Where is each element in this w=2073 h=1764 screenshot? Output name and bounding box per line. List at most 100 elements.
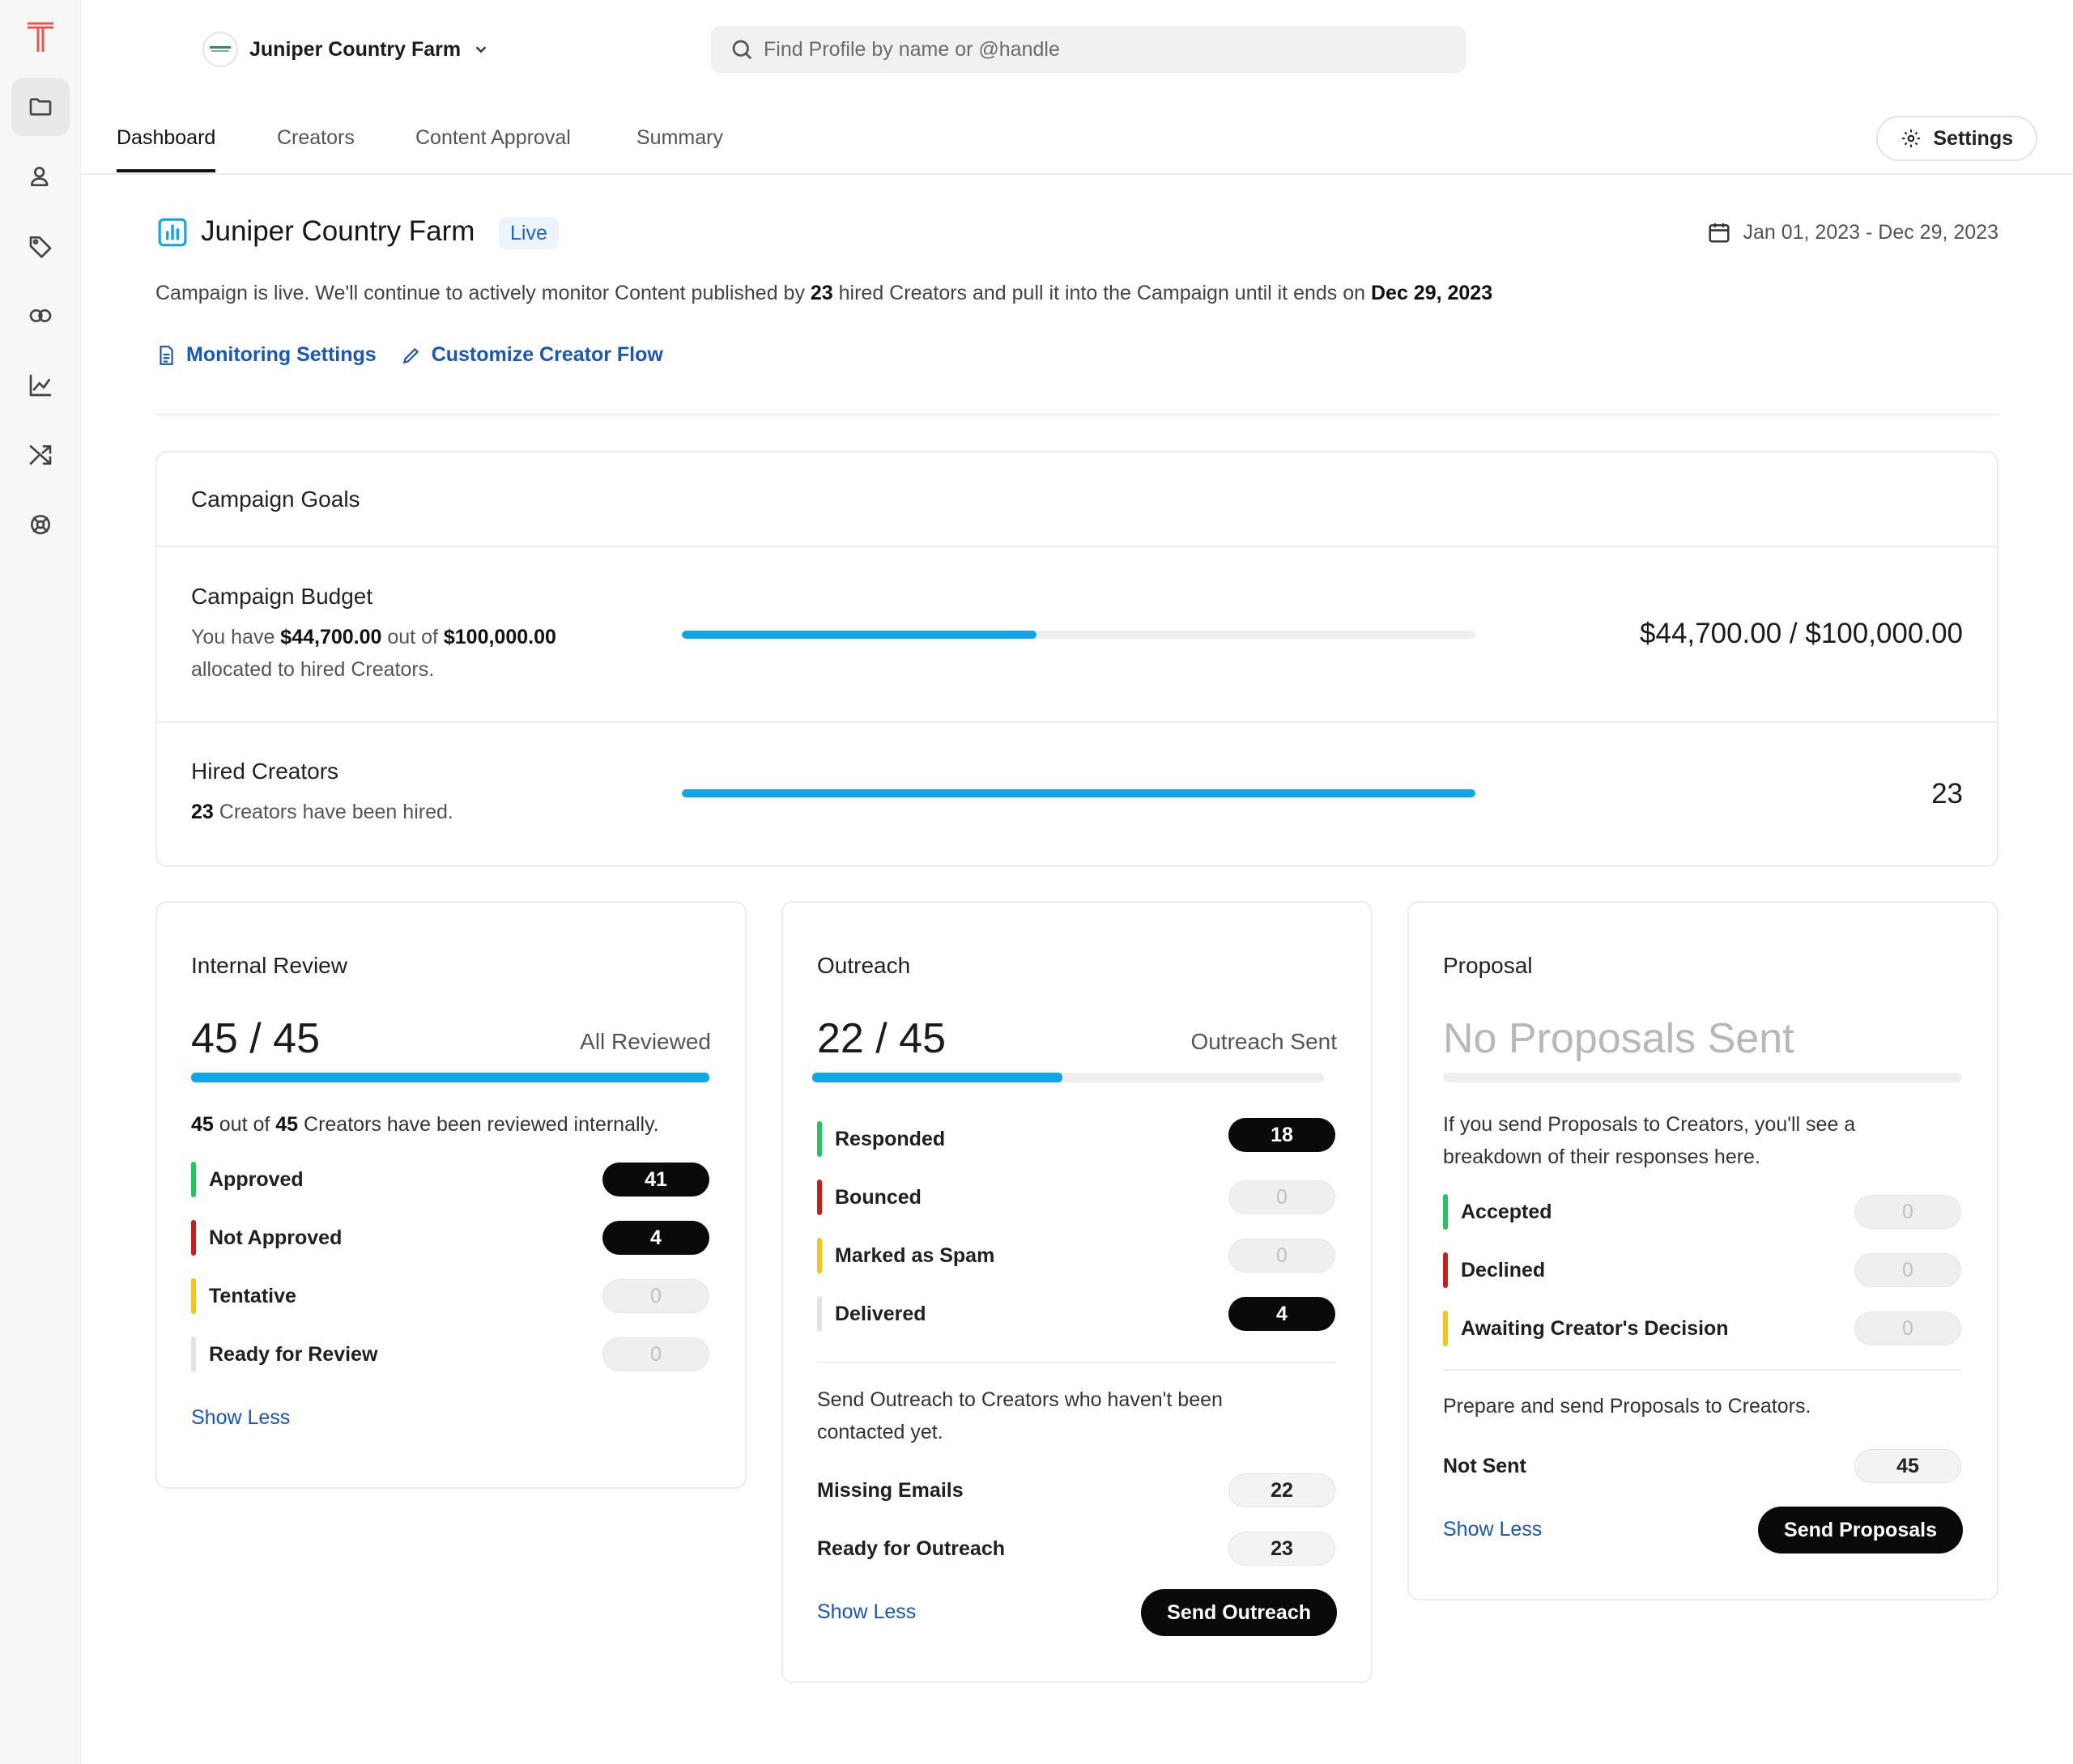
proposal-progress [1443, 1073, 1961, 1082]
tab-creators[interactable]: Creators [277, 126, 355, 169]
status-label: Bounced [835, 1185, 922, 1209]
status-row[interactable]: Not Approved 4 [191, 1220, 709, 1256]
status-row[interactable]: Marked as Spam 0 [817, 1238, 1335, 1273]
tab-summary[interactable]: Summary [636, 126, 723, 169]
proposal-info: If you send Proposals to Creators, you'l… [1443, 1113, 1856, 1168]
not-sent-row[interactable]: Not Sent 45 [1443, 1448, 1961, 1484]
campaign-chart-icon [158, 218, 187, 247]
status-label: Ready for Review [209, 1342, 378, 1366]
status-indicator [1443, 1311, 1448, 1346]
divider [157, 721, 1997, 723]
desc-count: 23 [810, 282, 833, 304]
hired-value: 23 [1931, 778, 1963, 810]
show-less-link[interactable]: Show Less [191, 1406, 290, 1430]
nav-folder-icon[interactable] [11, 78, 70, 136]
status-indicator [191, 1337, 196, 1372]
nav-shuffle-icon[interactable] [11, 426, 70, 484]
budget-progress-fill [682, 631, 1037, 639]
date-range-text: Jan 01, 2023 - Dec 29, 2023 [1743, 220, 1999, 244]
status-row[interactable]: Tentative 0 [191, 1278, 709, 1314]
customize-creator-flow-link[interactable]: Customize Creator Flow [401, 343, 663, 367]
budget-description: You have $44,700.00 out of $100,000.00 a… [191, 621, 556, 686]
date-range[interactable]: Jan 01, 2023 - Dec 29, 2023 [1707, 220, 1999, 244]
tab-dashboard[interactable]: Dashboard [117, 126, 216, 172]
hired-progress-fill [682, 789, 1475, 797]
budget-text: You have [191, 626, 281, 648]
status-label: Awaiting Creator's Decision [1461, 1316, 1729, 1340]
hired-text: Creators have been hired. [213, 801, 453, 823]
proposal-status: No Proposals Sent [1443, 1015, 1794, 1062]
status-badge: Live [499, 217, 559, 249]
status-count-pill: 0 [1228, 1239, 1335, 1273]
status-row[interactable]: Declined 0 [1443, 1252, 1961, 1288]
tab-content-approval[interactable]: Content Approval [415, 126, 571, 169]
missing-emails-count: 22 [1228, 1473, 1335, 1507]
status-label: Delivered [835, 1302, 926, 1325]
monitoring-settings-link[interactable]: Monitoring Settings [155, 343, 377, 367]
send-proposals-button[interactable]: Send Proposals [1758, 1507, 1963, 1554]
account-logo-icon [210, 46, 231, 52]
card-title: Outreach [817, 953, 911, 978]
status-row[interactable]: Responded 18 [817, 1118, 1335, 1157]
status-count-pill: 0 [602, 1337, 709, 1371]
settings-button[interactable]: Settings [1876, 116, 2037, 161]
ready-for-outreach-row[interactable]: Ready for Outreach 23 [817, 1531, 1335, 1566]
chevron-down-icon [475, 46, 487, 53]
status-row[interactable]: Bounced 0 [817, 1180, 1335, 1215]
status-label: Tentative [209, 1284, 296, 1307]
status-indicator [817, 1238, 822, 1273]
nav-support-icon[interactable] [11, 495, 70, 554]
budget-value: $44,700.00 / $100,000.00 [1640, 618, 1963, 649]
status-indicator [191, 1220, 196, 1256]
show-less-link[interactable]: Show Less [1443, 1518, 1542, 1541]
ready-for-outreach-label: Ready for Outreach [817, 1537, 1006, 1560]
account-selector[interactable]: Juniper Country Farm [202, 31, 490, 68]
campaign-title: Juniper Country Farm [201, 215, 475, 247]
status-indicator [817, 1121, 822, 1157]
budget-text: allocated to hired Creators. [191, 658, 435, 681]
show-less-link[interactable]: Show Less [817, 1600, 916, 1624]
status-row[interactable]: Awaiting Creator's Decision 0 [1443, 1311, 1961, 1346]
divider [157, 546, 1997, 547]
status-row[interactable]: Ready for Review 0 [191, 1337, 709, 1372]
missing-emails-row[interactable]: Missing Emails 22 [817, 1473, 1335, 1508]
account-name: Juniper Country Farm [249, 37, 462, 61]
search-icon [732, 40, 752, 60]
not-sent-count: 45 [1854, 1449, 1961, 1483]
nav-link-icon[interactable] [11, 287, 70, 345]
status-row[interactable]: Accepted 0 [1443, 1194, 1961, 1230]
send-outreach-button[interactable]: Send Outreach [1141, 1589, 1337, 1636]
status-row[interactable]: Approved 41 [191, 1162, 709, 1197]
status-count-pill: 0 [1854, 1195, 1961, 1229]
status-row[interactable]: Delivered 4 [817, 1296, 1335, 1332]
review-count: 45 / 45 [191, 1015, 321, 1062]
summary-value: 45 [191, 1113, 214, 1136]
gear-icon [1902, 130, 1921, 147]
hired-count: 23 [191, 801, 214, 823]
search-input[interactable] [764, 37, 1428, 62]
search-box [711, 26, 1466, 73]
pencil-icon [402, 347, 419, 363]
hired-progress [682, 789, 1475, 797]
nav-chart-icon[interactable] [11, 356, 70, 414]
review-progress [191, 1073, 709, 1082]
account-avatar [202, 32, 238, 67]
desc-text: Campaign is live. We'll continue to acti… [155, 282, 811, 304]
campaign-description: Campaign is live. We'll continue to acti… [155, 282, 1492, 305]
proposal-prepare-text: Prepare and send Proposals to Creators. [1443, 1395, 1811, 1418]
status-indicator [1443, 1194, 1448, 1230]
nav-tag-icon[interactable] [11, 217, 70, 275]
outreach-progress-fill [812, 1073, 1063, 1082]
review-summary: 45 out of 45 Creators have been reviewed… [191, 1108, 659, 1141]
missing-emails-label: Missing Emails [817, 1478, 964, 1502]
nav-user-icon[interactable] [11, 147, 70, 206]
status-count-pill: 0 [1854, 1311, 1961, 1345]
status-label: Not Approved [209, 1226, 343, 1249]
status-indicator [1443, 1252, 1448, 1288]
status-count-pill: 0 [1854, 1253, 1961, 1287]
settings-label: Settings [1933, 126, 2013, 150]
customize-creator-flow-label: Customize Creator Flow [431, 343, 663, 366]
calendar-icon [1709, 223, 1730, 243]
tab-bar: Dashboard Creators Content Approval Summ… [81, 113, 2073, 175]
brand-logo-icon[interactable] [24, 19, 57, 55]
